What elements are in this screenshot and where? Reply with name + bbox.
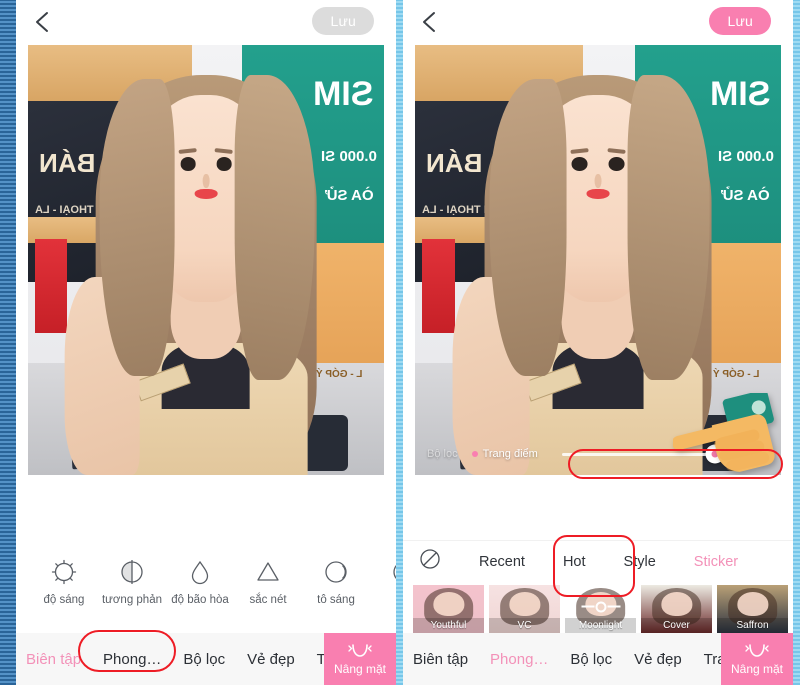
back-icon[interactable] bbox=[417, 9, 443, 35]
eyebrow-right bbox=[607, 147, 626, 154]
sticker-thumb-vc[interactable]: VC bbox=[489, 585, 560, 633]
save-button[interactable]: Lưu bbox=[312, 7, 374, 35]
sticker-thumb-youthful[interactable]: Youthful bbox=[413, 585, 484, 633]
sticker-thumb-cover[interactable]: Cover bbox=[641, 585, 712, 633]
eye-left bbox=[571, 157, 588, 171]
tab-ve-dep[interactable]: Vẻ đẹp bbox=[247, 651, 295, 668]
sharpness-triangle-icon bbox=[234, 555, 302, 589]
tab-bo-loc[interactable]: Bộ lọc bbox=[183, 651, 225, 668]
nang-mat-button[interactable]: Nâng mặt bbox=[721, 633, 793, 685]
photo-bg-red-panel bbox=[35, 238, 68, 334]
right-phone-panel: Lưu BÁN N THOẠI - LA SIM 0.000 SI ÒA SỬ … bbox=[403, 0, 793, 685]
eyebrow-left bbox=[570, 147, 589, 154]
sticker-thumbnail-row[interactable]: Youthful VC Moonlight Cover Saffron bbox=[403, 583, 793, 633]
scan-edge-right bbox=[793, 0, 800, 685]
scan-edge-middle bbox=[396, 0, 403, 685]
adjust-label: tô sáng bbox=[317, 594, 355, 606]
adjust-item-sharpness[interactable]: sắc nét bbox=[234, 551, 302, 606]
no-effect-circle-slash-icon[interactable] bbox=[419, 548, 441, 575]
shadow-circle-icon bbox=[370, 555, 396, 589]
adjust-label: tương phản bbox=[101, 594, 162, 606]
eye-right bbox=[216, 157, 232, 171]
photo-canvas[interactable]: BÁN N THOẠI - LA SIM 0.000 SI ÒA SỬ L - … bbox=[415, 45, 781, 475]
highlight-circle-icon bbox=[302, 555, 370, 589]
contrast-half-circle-icon bbox=[98, 555, 166, 589]
eye-left bbox=[180, 157, 196, 171]
tab-bien-tap[interactable]: Biên tập bbox=[26, 651, 81, 668]
pointing-hand-icon bbox=[673, 393, 775, 472]
eye-right bbox=[608, 157, 625, 171]
photo-canvas[interactable]: BÁN N THOẠI - LA SIM 0.000 SI ÒA SỬ L - … bbox=[28, 45, 384, 475]
adjust-label: độ sáng bbox=[43, 594, 85, 606]
hair-front-left bbox=[100, 78, 176, 376]
thumb-face bbox=[508, 591, 541, 616]
nang-mat-label: Nâng mặt bbox=[333, 661, 387, 676]
adjust-item-brightness[interactable]: độ sáng bbox=[30, 551, 98, 606]
sticker-tab-style[interactable]: Style bbox=[624, 554, 656, 570]
saturation-droplet-icon bbox=[166, 555, 234, 589]
nose bbox=[202, 173, 210, 189]
adjust-label: độ bão hòa bbox=[171, 594, 229, 606]
portrait-subject bbox=[64, 62, 317, 475]
left-bottom-tab-bar[interactable]: Biên tập Phong… Bộ lọc Vẻ đẹp Tra Nâng m… bbox=[16, 633, 396, 685]
tab-bo-loc[interactable]: Bộ lọc bbox=[570, 651, 612, 668]
adjust-label: sắc nét bbox=[249, 594, 287, 606]
tab-phong[interactable]: Phong… bbox=[490, 651, 548, 668]
back-icon[interactable] bbox=[30, 9, 56, 35]
hair-front-right bbox=[234, 74, 315, 381]
save-button[interactable]: Lưu bbox=[709, 7, 771, 35]
sticker-tab-recent[interactable]: Recent bbox=[479, 554, 525, 570]
adjust-label: bór bbox=[370, 594, 397, 606]
thumb-face bbox=[736, 591, 769, 616]
thumb-label: Moonlight bbox=[565, 618, 636, 633]
eyebrow-left bbox=[178, 147, 198, 154]
adjust-tool-strip[interactable]: độ sáng tương phản độ bão hòa sắc nét tô… bbox=[16, 551, 396, 633]
thumb-label: Saffron bbox=[717, 618, 788, 633]
sticker-thumb-moonlight[interactable]: Moonlight bbox=[565, 585, 636, 633]
slider-label-text: Trang điểm bbox=[482, 448, 538, 460]
thumb-label: VC bbox=[489, 618, 560, 633]
slider-label-trang-diem[interactable]: Trang điểm bbox=[471, 448, 538, 460]
sticker-tab-bar[interactable]: Recent Hot Style Sticker bbox=[403, 540, 793, 582]
face-lift-icon bbox=[745, 643, 769, 657]
lips bbox=[586, 189, 610, 200]
nang-mat-button[interactable]: Nâng mặt bbox=[324, 633, 396, 685]
photo-image: BÁN N THOẠI - LA SIM 0.000 SI ÒA SỬ L - … bbox=[28, 45, 384, 475]
download-slider-icon bbox=[581, 601, 620, 613]
screenshot-root: Lưu BÁN N THOẠI - LA SIM 0.000 SI ÒA SỬ … bbox=[0, 0, 800, 685]
eyebrow-right bbox=[214, 147, 234, 154]
thumb-face bbox=[432, 591, 465, 616]
slider-label-bo-loc[interactable]: Bộ lọc bbox=[427, 448, 458, 460]
face-lift-icon bbox=[348, 643, 372, 657]
hair-front-left bbox=[489, 78, 567, 376]
brightness-sun-icon bbox=[30, 555, 98, 589]
sticker-tab-hot[interactable]: Hot bbox=[563, 554, 586, 570]
thumb-label: Cover bbox=[641, 618, 712, 633]
right-bottom-tab-bar[interactable]: Biên tập Phong… Bộ lọc Vẻ đẹp Tra Nâng m… bbox=[403, 633, 793, 685]
sticker-tab-sticker[interactable]: Sticker bbox=[694, 554, 738, 570]
adjust-item-shadow[interactable]: bór bbox=[370, 551, 396, 606]
sticker-thumb-saffron[interactable]: Saffron bbox=[717, 585, 788, 633]
scan-edge-left bbox=[0, 0, 16, 685]
thumb-face bbox=[660, 591, 693, 616]
thumb-label: Youthful bbox=[413, 618, 484, 633]
adjust-item-contrast[interactable]: tương phản bbox=[98, 551, 166, 606]
lips bbox=[194, 189, 218, 200]
nang-mat-label: Nâng mặt bbox=[730, 661, 784, 676]
tab-phong[interactable]: Phong… bbox=[103, 651, 161, 668]
active-dot-icon bbox=[471, 451, 478, 457]
photo-bg-red-panel bbox=[422, 238, 456, 334]
left-top-bar: Lưu bbox=[16, 0, 396, 45]
tab-bien-tap[interactable]: Biên tập bbox=[413, 651, 468, 668]
left-phone-panel: Lưu BÁN N THOẠI - LA SIM 0.000 SI ÒA SỬ … bbox=[16, 0, 396, 685]
adjust-item-highlight[interactable]: tô sáng bbox=[302, 551, 370, 606]
tab-ve-dep[interactable]: Vẻ đẹp bbox=[634, 651, 682, 668]
nose bbox=[594, 173, 602, 189]
right-top-bar: Lưu bbox=[403, 0, 793, 45]
adjust-item-saturation[interactable]: độ bão hòa bbox=[166, 551, 234, 606]
hair-front-right bbox=[627, 74, 710, 381]
